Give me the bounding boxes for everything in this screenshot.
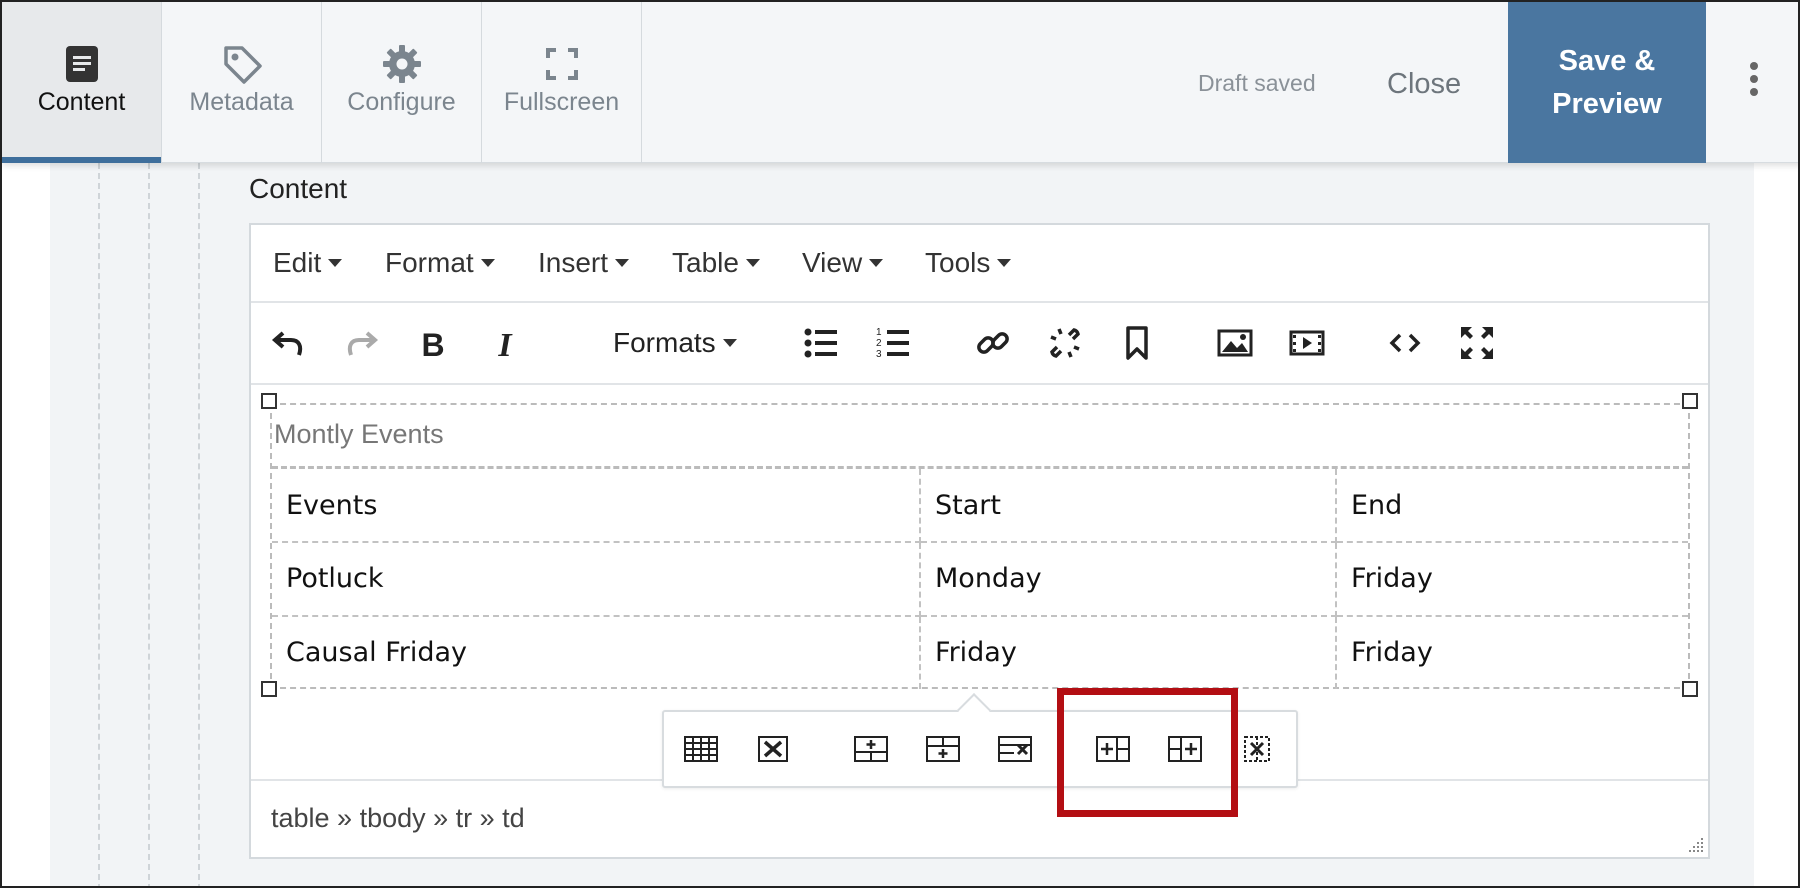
menu-format[interactable]: Format — [385, 247, 495, 279]
guide-line — [148, 163, 150, 886]
caret-down-icon — [997, 258, 1012, 267]
events-table[interactable]: Montly Events Events Start End Potluck M… — [270, 403, 1690, 689]
table-cell[interactable]: Monday — [919, 541, 1337, 617]
table-row: Events Start End — [272, 469, 1688, 544]
delete-row-icon[interactable] — [998, 734, 1032, 764]
tab-configure[interactable]: Configure — [322, 2, 482, 163]
resize-handle-top-left[interactable] — [261, 393, 277, 409]
delete-table-icon[interactable] — [756, 734, 790, 764]
tab-label: Content — [37, 88, 126, 116]
svg-text:1: 1 — [876, 327, 882, 338]
field-label: Content — [249, 173, 348, 204]
table-properties-icon[interactable] — [684, 734, 718, 764]
tab-content[interactable]: Content — [2, 2, 162, 163]
svg-text:I: I — [497, 327, 513, 361]
document-icon — [65, 46, 98, 82]
table-cell[interactable]: Events — [272, 469, 921, 544]
editor-statusbar: table » tbody » tr » td — [251, 779, 1708, 857]
table-row: Causal Friday Friday Friday — [272, 614, 1688, 689]
caret-down-icon — [745, 258, 760, 267]
table-cell[interactable]: Friday — [1335, 614, 1688, 689]
guide-line — [198, 163, 200, 886]
tab-label: Metadata — [189, 88, 294, 116]
highlight-box — [1057, 688, 1238, 817]
top-bar: Content Metadata Configure Fullscreen Dr… — [2, 2, 1798, 163]
kebab-menu-icon[interactable] — [1746, 62, 1762, 102]
tab-fullscreen[interactable]: Fullscreen — [482, 2, 642, 163]
media-icon[interactable] — [1289, 325, 1325, 361]
table-cell[interactable]: End — [1335, 469, 1688, 544]
menu-tools[interactable]: Tools — [925, 247, 1012, 279]
menu-table[interactable]: Table — [672, 247, 760, 279]
italic-icon[interactable]: I — [487, 325, 523, 361]
undo-icon[interactable] — [271, 325, 307, 361]
code-icon[interactable] — [1387, 325, 1423, 361]
data-table: Events Start End Potluck Monday Friday C… — [272, 469, 1688, 689]
tab-metadata[interactable]: Metadata — [162, 2, 322, 163]
caret-down-icon — [480, 258, 495, 267]
caret-down-icon — [722, 338, 737, 347]
resize-handle-bottom-right[interactable] — [1682, 681, 1698, 697]
resize-grip-icon[interactable] — [1688, 837, 1704, 853]
fullscreen-icon — [545, 48, 578, 80]
tab-label: Configure — [347, 88, 456, 116]
tab-label: Fullscreen — [503, 88, 620, 116]
app-frame: Content Metadata Configure Fullscreen Dr… — [0, 0, 1800, 888]
svg-text:B: B — [421, 327, 444, 361]
element-path[interactable]: table » tbody » tr » td — [271, 803, 525, 834]
fullscreen-icon[interactable] — [1459, 325, 1495, 361]
close-button[interactable]: Close — [1387, 68, 1461, 101]
draft-status: Draft saved — [1198, 70, 1316, 96]
bullet-list-icon[interactable] — [803, 325, 839, 361]
unlink-icon[interactable] — [1047, 325, 1083, 361]
table-cell[interactable]: Friday — [919, 614, 1337, 689]
table-caption[interactable]: Montly Events — [272, 405, 1688, 469]
link-icon[interactable] — [975, 325, 1011, 361]
menu-insert[interactable]: Insert — [538, 247, 630, 279]
formats-dropdown[interactable]: Formats — [613, 327, 737, 359]
resize-handle-top-right[interactable] — [1682, 393, 1698, 409]
image-icon[interactable] — [1217, 325, 1253, 361]
save-label-line2: Preview — [1552, 87, 1662, 120]
editor-menubar: Edit Format Insert Table View Tools — [251, 225, 1708, 303]
insert-row-before-icon[interactable] — [854, 734, 888, 764]
table-cell[interactable]: Potluck — [272, 541, 921, 617]
numbered-list-icon[interactable]: 123 — [875, 325, 911, 361]
caret-down-icon — [615, 258, 630, 267]
guide-line — [98, 163, 100, 886]
menu-view[interactable]: View — [802, 247, 884, 279]
editor-toolbar: B I Formats 123 — [251, 303, 1708, 385]
caret-down-icon — [328, 258, 343, 267]
table-cell[interactable]: Start — [919, 469, 1337, 544]
table-cell[interactable]: Friday — [1335, 541, 1688, 617]
table-row: Potluck Monday Friday — [272, 541, 1688, 617]
save-preview-button[interactable]: Save & Preview — [1508, 2, 1706, 163]
resize-handle-bottom-left[interactable] — [261, 681, 277, 697]
svg-text:2: 2 — [876, 338, 882, 349]
gear-icon — [382, 45, 421, 83]
insert-row-after-icon[interactable] — [926, 734, 960, 764]
svg-text:3: 3 — [876, 349, 882, 360]
delete-column-icon[interactable] — [1240, 734, 1274, 764]
table-cell[interactable]: Causal Friday — [272, 614, 921, 689]
bold-icon[interactable]: B — [415, 325, 451, 361]
tag-icon — [223, 46, 262, 84]
bookmark-icon[interactable] — [1119, 325, 1155, 361]
menu-edit[interactable]: Edit — [273, 247, 343, 279]
caret-down-icon — [869, 258, 884, 267]
redo-icon[interactable] — [343, 325, 379, 361]
save-label-line1: Save & — [1558, 45, 1656, 78]
